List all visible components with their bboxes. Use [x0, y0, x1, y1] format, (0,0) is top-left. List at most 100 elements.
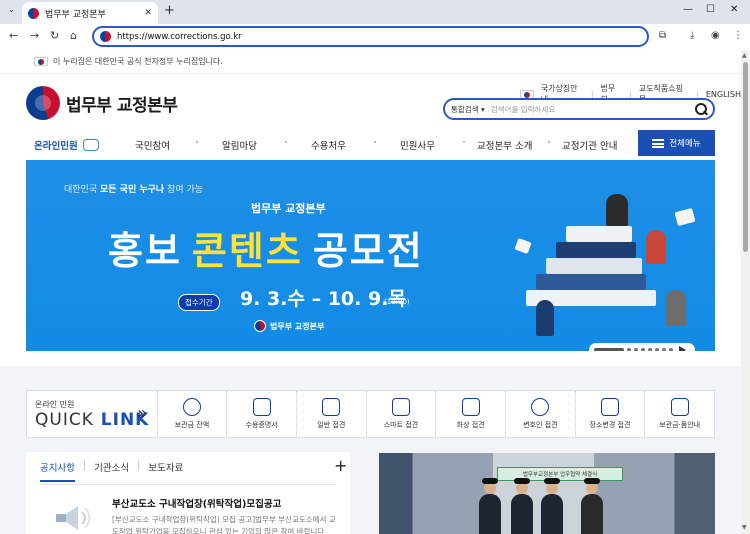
address-url[interactable]: https://www.corrections.go.kr — [117, 32, 242, 42]
quick-item-label: 화상 접견 — [456, 421, 485, 429]
tab-separator: | — [82, 460, 87, 471]
search-scope-label: 통합검색 — [451, 104, 479, 114]
gnb-item-institutions[interactable]: 교정기관 안내 — [562, 138, 617, 152]
won-coin-icon — [182, 398, 201, 416]
main-navigation: 온라인민원 국민참여 알림마당 수용처우 민원사무 교정본부 소개 교정기관 안… — [0, 130, 741, 160]
book-stack-item — [566, 226, 632, 242]
scroll-down-icon[interactable]: ▼ — [742, 524, 747, 531]
pager-dot[interactable] — [648, 348, 652, 351]
tab-list-chevron-icon[interactable]: ⌄ — [8, 5, 15, 14]
close-window-icon[interactable]: ✕ — [730, 4, 738, 15]
search-input[interactable] — [490, 104, 689, 114]
more-plus-icon[interactable]: + — [334, 456, 347, 475]
menu-kebab-icon[interactable]: ⋮ — [733, 30, 743, 41]
minimize-icon[interactable]: — — [683, 4, 693, 15]
smartphone-icon — [391, 398, 410, 416]
quick-item-label: 수용증명서 — [245, 421, 278, 429]
notice-headline[interactable]: 부산교도소 구내작업장(위탁작업)모집공고 — [112, 496, 281, 510]
korean-flag-icon — [34, 57, 48, 66]
logo-text: 법무부 교정본부 — [66, 95, 178, 116]
reload-icon[interactable]: ↻ — [50, 29, 59, 42]
back-arrow-icon[interactable]: ← — [9, 29, 18, 42]
page-scrollbar[interactable]: ▲ ▼ — [741, 50, 750, 534]
hero-pager — [589, 343, 695, 351]
hero-period-badge: 접수기간 — [178, 294, 220, 311]
pager-dot[interactable] — [662, 348, 666, 351]
pager-active-bar[interactable] — [594, 348, 624, 351]
notice-divider — [40, 484, 336, 485]
notice-body[interactable]: [부산교도소 구내작업장(위탁작업) 모집 공고]법무부 부산교도소에서 교도작… — [112, 514, 342, 534]
chat-bubble-icon — [82, 136, 99, 151]
pager-dot[interactable] — [655, 348, 659, 351]
news-photo[interactable]: 법무부교정본부 업무협약 체결식 — [379, 453, 715, 534]
tab-separator: | — [137, 460, 141, 471]
paper-sheet — [674, 207, 696, 227]
pager-dot[interactable] — [669, 348, 673, 351]
all-menu-button[interactable]: 전체메뉴 — [638, 130, 715, 156]
search-icon[interactable] — [695, 103, 707, 115]
forward-arrow-icon[interactable]: → — [30, 29, 39, 42]
house-icon — [600, 398, 619, 416]
gnb-item-participation[interactable]: 국민참여 — [135, 138, 170, 152]
gnb-item-notices[interactable]: 알림마당 — [222, 138, 257, 152]
address-bar[interactable]: https://www.corrections.go.kr — [92, 26, 649, 47]
pager-dot[interactable] — [634, 348, 638, 351]
all-menu-label: 전체메뉴 — [669, 139, 701, 149]
quick-item-smart-visit[interactable]: 스마트 접견 — [365, 391, 436, 437]
search-scope-select[interactable]: 통합검색 ▾ — [451, 104, 485, 115]
person-figure — [666, 290, 686, 326]
paper-sheet — [514, 237, 532, 255]
maximize-icon[interactable]: ☐ — [706, 4, 715, 15]
quick-item-label: 스마트 접견 — [383, 421, 419, 429]
pager-dot[interactable] — [641, 348, 645, 351]
gnb-item-inmate-treatment[interactable]: 수용처우 — [311, 138, 346, 152]
site-favicon-icon — [28, 7, 39, 19]
gnb-divider — [548, 141, 550, 143]
person-figure — [479, 478, 501, 534]
quick-item-certificate[interactable]: 수용증명서 — [226, 391, 296, 437]
new-tab-plus-icon[interactable]: + — [164, 3, 175, 18]
quick-item-label: 일반 접견 — [317, 421, 346, 429]
gnb-item-civil-affairs[interactable]: 민원사무 — [400, 138, 435, 152]
play-icon[interactable] — [679, 346, 686, 351]
scroll-up-icon[interactable]: ▲ — [742, 52, 747, 59]
util-link-english[interactable]: ENGLISH — [706, 90, 741, 99]
hero-dates: 9. 3.수 – 10. 9.목 — [240, 288, 406, 310]
gnb-item-about[interactable]: 교정본부 소개 — [477, 138, 532, 152]
person-figure — [606, 194, 628, 226]
gnb-online-petition[interactable]: 온라인민원 — [34, 136, 99, 152]
close-tab-icon[interactable]: ✕ — [144, 8, 152, 18]
hero-banner[interactable]: 대한민국 모든 국민 누구나 참여 가능 법무부 교정본부 홍보 콘텐츠 공모전… — [26, 160, 715, 351]
quick-item-lawyer-visit[interactable]: 변호인 접견 — [504, 391, 575, 437]
tab-agency-news[interactable]: 기관소식 — [94, 460, 129, 482]
download-icon[interactable]: ⤓ — [690, 30, 694, 41]
extensions-icon[interactable]: ⧉ — [659, 30, 666, 41]
speaker-icon — [56, 506, 91, 530]
tab-press-releases[interactable]: 보도자료 — [148, 460, 183, 482]
person-figure — [646, 230, 666, 264]
ministry-emblem-icon — [254, 320, 266, 332]
site-logo[interactable]: 법무부 교정본부 — [26, 86, 178, 120]
quick-item-label: 보관금 잔액 — [174, 421, 210, 429]
quick-item-video-visit[interactable]: 화상 접견 — [435, 391, 505, 437]
browser-tab[interactable]: 법무부 교정본부 ✕ — [22, 2, 158, 24]
home-icon[interactable]: ⌂ — [70, 29, 77, 42]
tab-notices[interactable]: 공지사항 — [40, 460, 75, 482]
person-figure — [541, 478, 563, 534]
quick-item-deposit-guide[interactable]: 보관금·품안내 — [644, 391, 714, 437]
quick-item-general-visit[interactable]: 일반 접견 — [295, 391, 366, 437]
browser-tabbar: ⌄ 법무부 교정본부 ✕ + — ☐ ✕ — [0, 0, 750, 24]
hero-time: (18:00) — [384, 298, 410, 306]
quick-link-big-1: QUICK — [35, 410, 94, 430]
notice-tabs: 공지사항 | 기관소식 | 보도자료 — [40, 460, 183, 482]
quick-item-balance[interactable]: 보관금 잔액 — [156, 391, 227, 437]
search-box: 통합검색 ▾ — [443, 98, 715, 120]
scroll-thumb[interactable] — [743, 62, 748, 252]
gnb-divider — [196, 141, 198, 143]
pager-dot[interactable] — [627, 348, 631, 351]
profile-icon[interactable]: ◉ — [711, 30, 720, 41]
book-stack-item — [536, 274, 646, 290]
quick-item-location-change-visit[interactable]: 장소변경 접견 — [574, 391, 645, 437]
hero-org: 법무부 교정본부 — [251, 202, 326, 215]
site-info-icon[interactable] — [100, 31, 111, 42]
